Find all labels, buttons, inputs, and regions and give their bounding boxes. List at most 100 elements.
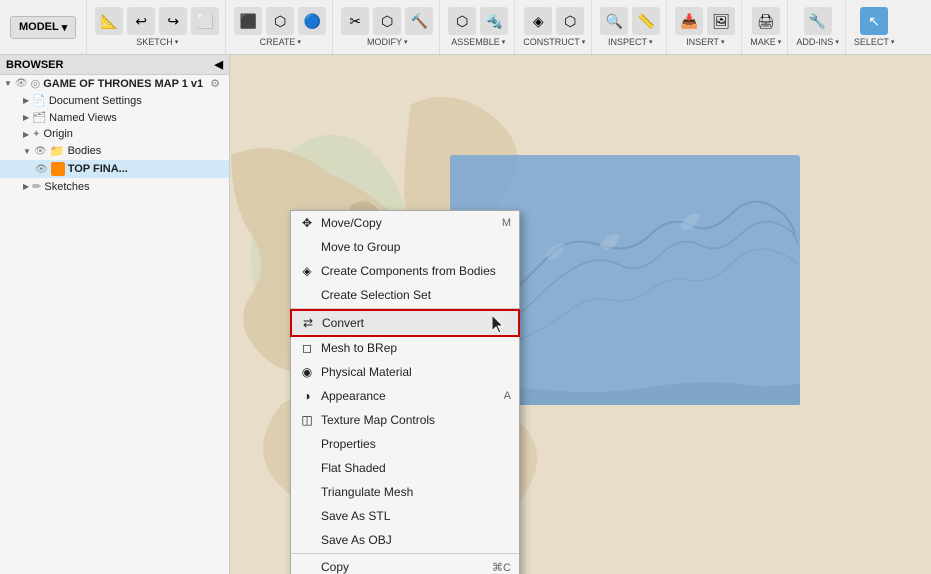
modify-icon2[interactable]: ⬡: [373, 7, 401, 35]
assemble-icon1[interactable]: ⬡: [448, 7, 476, 35]
ctx-mesh-to-brep[interactable]: ◻ Mesh to BRep: [291, 336, 519, 360]
create-icon2[interactable]: ⬡: [266, 7, 294, 35]
browser-panel: BROWSER ◀ ▼ 👁 ◎ GAME OF THRONES MAP 1 v1…: [0, 55, 230, 574]
texture-map-icon: ◫: [299, 412, 315, 428]
model-group: MODEL ▾: [4, 0, 87, 54]
ctx-physical-material[interactable]: ◉ Physical Material: [291, 360, 519, 384]
assemble-icon2[interactable]: 🔩: [480, 7, 508, 35]
ctx-move-to-group[interactable]: Move to Group: [291, 235, 519, 259]
inspect-label[interactable]: INSPECT ▾: [608, 37, 653, 47]
browser-item-named-views[interactable]: ▶ 🗂 Named Views: [0, 109, 229, 126]
select-icon1[interactable]: ↖: [860, 7, 888, 35]
ctx-copy-label: Copy: [321, 560, 349, 574]
ctx-save-stl[interactable]: Save As STL: [291, 504, 519, 528]
insert-icon1[interactable]: 📥: [675, 7, 703, 35]
sketch-icon3[interactable]: ↪: [159, 7, 187, 35]
ctx-create-selection-set[interactable]: Create Selection Set: [291, 283, 519, 307]
construct-icon2[interactable]: ⬡: [556, 7, 584, 35]
sketch-arrow: ▾: [175, 38, 179, 46]
sketch-icon2[interactable]: ↩: [127, 7, 155, 35]
root-icon: ◎: [31, 77, 41, 90]
modify-icon1[interactable]: ✂: [341, 7, 369, 35]
browser-collapse[interactable]: ◀: [215, 58, 223, 71]
addins-icon1[interactable]: 🔧: [804, 7, 832, 35]
insert-arrow: ▾: [721, 38, 725, 46]
browser-item-top-fina[interactable]: 👁 TOP FINA...: [0, 160, 229, 178]
save-stl-icon: [299, 508, 315, 524]
ctx-create-components[interactable]: ◈ Create Components from Bodies: [291, 259, 519, 283]
origin-label: Origin: [44, 128, 73, 140]
construct-arrow: ▾: [582, 38, 586, 46]
root-settings-icon: ⚙: [210, 77, 220, 90]
browser-title: BROWSER: [6, 59, 63, 71]
ctx-copy[interactable]: Copy ⌘C: [291, 555, 519, 574]
assemble-arrow: ▾: [502, 38, 506, 46]
inspect-icon2[interactable]: 📏: [632, 7, 660, 35]
make-label[interactable]: MAKE ▾: [750, 37, 781, 47]
named-views-icon: 🗂: [32, 111, 46, 124]
sketch-icon4[interactable]: ⬜: [191, 7, 219, 35]
create-icon3[interactable]: 🔵: [298, 7, 326, 35]
browser-item-doc-settings[interactable]: ▶ 📄 Document Settings: [0, 92, 229, 109]
browser-item-root[interactable]: ▼ 👁 ◎ GAME OF THRONES MAP 1 v1 ⚙: [0, 75, 229, 92]
addins-arrow: ▾: [835, 38, 839, 46]
mesh-brep-icon: ◻: [299, 340, 315, 356]
named-views-expand-icon: ▶: [23, 113, 29, 122]
create-label[interactable]: CREATE ▾: [260, 37, 301, 47]
create-icon1[interactable]: ⬛: [234, 7, 262, 35]
ctx-flat-shaded[interactable]: Flat Shaded: [291, 456, 519, 480]
insert-icon2[interactable]: 🖼: [707, 7, 735, 35]
ctx-properties[interactable]: Properties: [291, 432, 519, 456]
ctx-properties-label: Properties: [321, 437, 376, 451]
move-copy-icon: ✥: [299, 215, 315, 231]
sketch-group: 📐 ↩ ↪ ⬜ SKETCH ▾: [89, 0, 226, 54]
select-label[interactable]: SELECT ▾: [854, 37, 895, 47]
construct-icon1[interactable]: ◈: [524, 7, 552, 35]
ctx-convert[interactable]: ⇄ Convert: [291, 310, 519, 336]
create-group: ⬛ ⬡ 🔵 CREATE ▾: [228, 0, 333, 54]
browser-item-sketches[interactable]: ▶ ✏ Sketches: [0, 178, 229, 195]
ctx-flat-shaded-label: Flat Shaded: [321, 461, 386, 475]
bodies-eye-icon: 👁: [34, 146, 47, 157]
model-button[interactable]: MODEL ▾: [10, 16, 76, 39]
modify-group: ✂ ⬡ 🔨 MODIFY ▾: [335, 0, 440, 54]
flat-shaded-icon: [299, 460, 315, 476]
move-copy-shortcut: M: [502, 217, 511, 229]
inspect-arrow: ▾: [649, 38, 653, 46]
sketch-label[interactable]: SKETCH ▾: [136, 37, 178, 47]
ctx-triangulate-mesh[interactable]: Triangulate Mesh: [291, 480, 519, 504]
ctx-texture-map[interactable]: ◫ Texture Map Controls: [291, 408, 519, 432]
doc-settings-expand-icon: ▶: [23, 96, 29, 105]
browser-item-bodies[interactable]: ▼ 👁 📁 Bodies: [0, 142, 229, 160]
browser-item-origin[interactable]: ▶ ✦ Origin: [0, 126, 229, 142]
canvas-area: ✥ Move/Copy M Move to Group ◈ Create Com…: [230, 55, 931, 574]
addins-label[interactable]: ADD-INS ▾: [796, 37, 839, 47]
ctx-move-copy[interactable]: ✥ Move/Copy M: [291, 211, 519, 235]
modify-label[interactable]: MODIFY ▾: [367, 37, 408, 47]
context-menu: ✥ Move/Copy M Move to Group ◈ Create Com…: [290, 210, 520, 574]
create-components-icon: ◈: [299, 263, 315, 279]
construct-label[interactable]: CONSTRUCT ▾: [523, 37, 585, 47]
doc-settings-label: Document Settings: [49, 95, 142, 107]
top-fina-body-icon: [51, 162, 65, 176]
insert-label[interactable]: INSERT ▾: [686, 37, 724, 47]
ctx-move-to-group-label: Move to Group: [321, 240, 400, 254]
ctx-save-obj[interactable]: Save As OBJ: [291, 528, 519, 552]
root-label: GAME OF THRONES MAP 1 v1: [43, 78, 203, 90]
ctx-separator-1: [291, 308, 519, 309]
toolbar: MODEL ▾ 📐 ↩ ↪ ⬜ SKETCH ▾ ⬛ ⬡ 🔵 CREATE ▾ …: [0, 0, 931, 55]
root-expand-icon: ▼: [4, 79, 12, 88]
convert-icon: ⇄: [300, 315, 316, 331]
addins-group: 🔧 ADD-INS ▾: [790, 0, 846, 54]
inspect-icon1[interactable]: 🔍: [600, 7, 628, 35]
assemble-label[interactable]: ASSEMBLE ▾: [451, 37, 505, 47]
bodies-folder-icon: 📁: [50, 144, 65, 158]
ctx-appearance[interactable]: ◑ Appearance A: [291, 384, 519, 408]
ctx-physical-material-label: Physical Material: [321, 365, 412, 379]
modify-icon3[interactable]: 🔨: [405, 7, 433, 35]
ctx-create-selection-label: Create Selection Set: [321, 288, 431, 302]
ctx-texture-map-label: Texture Map Controls: [321, 413, 435, 427]
copy-icon: [299, 559, 315, 574]
sketch-icon1[interactable]: 📐: [95, 7, 123, 35]
make-icon1[interactable]: 🖨: [752, 7, 780, 35]
